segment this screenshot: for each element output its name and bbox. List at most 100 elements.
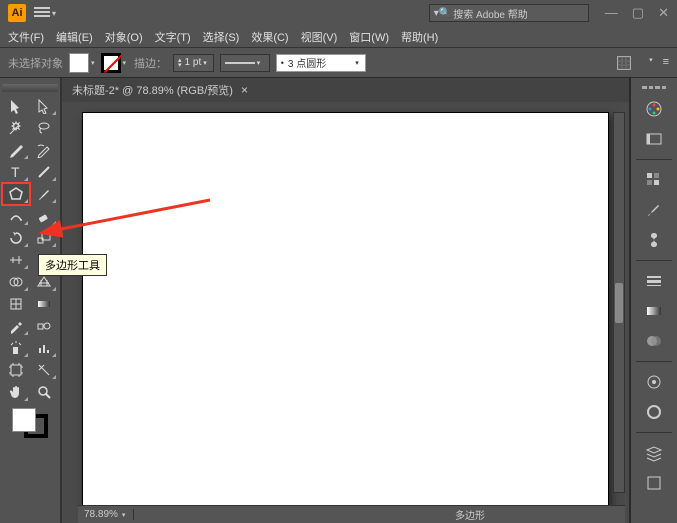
app-logo: Ai [8,4,26,22]
zoom-value: 78.89% [84,509,118,520]
menu-type[interactable]: 文字(T) [155,29,191,45]
fill-swatch[interactable] [69,53,89,73]
vertical-scrollbar[interactable] [613,112,625,493]
graphic-styles-panel-icon[interactable] [638,400,670,424]
minimize-button[interactable]: — [605,5,618,21]
search-placeholder: 搜索 Adobe 帮助 [453,6,527,21]
dropdown-icon[interactable]: ▾ [122,511,126,519]
transform-reference-icon[interactable] [617,56,631,70]
fill-stroke-indicator[interactable] [2,408,58,438]
window-controls: — ▢ ✕ [605,5,669,21]
document-area: 未标题-2* @ 78.89% (RGB/预览) × [62,78,629,523]
titlebar: Ai ▾ ▾ 🔍 搜索 Adobe 帮助 — ▢ ✕ [0,0,677,26]
fill-stroke-swatches[interactable]: ▾ ▾ [69,53,128,73]
selection-tool[interactable] [3,96,29,116]
selection-status: 未选择对象 [8,55,63,71]
gradient-panel-icon[interactable] [638,299,670,323]
tab-close-button[interactable]: × [241,83,248,97]
scrollbar-thumb[interactable] [615,283,623,323]
menubar: 文件(F) 编辑(E) 对象(O) 文字(T) 选择(S) 效果(C) 视图(V… [0,26,677,48]
menu-view[interactable]: 视图(V) [301,29,338,45]
zoom-tool[interactable] [31,382,57,402]
lasso-tool[interactable] [31,118,57,138]
document-tab[interactable]: 未标题-2* @ 78.89% (RGB/预览) × [72,82,248,98]
blend-tool[interactable] [31,316,57,336]
shape-builder-tool[interactable] [3,272,29,292]
menu-select[interactable]: 选择(S) [203,29,240,45]
artboard[interactable] [82,112,609,513]
hand-tool[interactable] [3,382,29,402]
line-segment-tool[interactable] [31,162,57,182]
symbols-panel-icon[interactable] [638,228,670,252]
workspace-switcher-icon[interactable] [34,7,50,19]
type-tool[interactable]: T [3,162,29,182]
brush-definition-input[interactable]: ▾ [220,54,270,72]
eyedropper-tool[interactable] [3,316,29,336]
zoom-readout[interactable]: 78.89% ▾ [78,509,134,520]
menu-help[interactable]: 帮助(H) [401,29,438,45]
controlbar: 未选择对象 ▾ ▾ 描边： ▴▾ 1 pt ▾ ▾ • 3 点圆形 ▾ ▾ ≡ [0,48,677,78]
step-down-icon[interactable]: ▾ [178,63,182,68]
stroke-panel-icon[interactable] [638,269,670,293]
column-graph-tool[interactable] [31,338,57,358]
slice-tool[interactable] [31,360,57,380]
help-search-input[interactable]: ▾ 🔍 搜索 Adobe 帮助 [429,4,589,22]
dropdown-icon[interactable]: ▾ [123,59,127,67]
rotate-tool[interactable] [3,228,29,248]
dropdown-icon[interactable]: ▾ [203,59,207,67]
stroke-weight-input[interactable]: ▴▾ 1 pt ▾ [173,54,214,72]
dropdown-icon[interactable]: ▾ [649,56,653,70]
transparency-panel-icon[interactable] [638,329,670,353]
brushes-panel-icon[interactable] [638,198,670,222]
eraser-tool[interactable] [31,206,57,226]
brush-stroke-icon [225,62,255,64]
menu-edit[interactable]: 编辑(E) [56,29,93,45]
panels-dock [629,78,677,523]
dropdown-icon[interactable]: ▾ [355,59,359,67]
fill-box[interactable] [12,408,36,432]
graphic-style-value: 3 点圆形 [288,55,326,70]
menu-file[interactable]: 文件(F) [8,29,44,45]
current-tool-status: 多边形 [455,507,485,522]
panel-grip[interactable] [642,86,666,89]
document-tab-title: 未标题-2* @ 78.89% (RGB/预览) [72,82,233,98]
direct-selection-tool[interactable] [31,96,57,116]
stroke-weight-value: 1 pt [185,57,202,68]
workspace: T [0,78,677,523]
stroke-label: 描边： [134,55,167,71]
pen-tool[interactable] [3,140,29,160]
width-tool[interactable] [3,250,29,270]
curvature-tool[interactable] [31,140,57,160]
menu-effect[interactable]: 效果(C) [251,29,288,45]
color-panel-icon[interactable] [638,97,670,121]
appearance-panel-icon[interactable] [638,370,670,394]
polygon-tool[interactable] [3,184,29,204]
magic-wand-tool[interactable] [3,118,29,138]
canvas-viewport[interactable] [62,102,629,523]
dropdown-icon[interactable]: ▾ [257,59,261,67]
gradient-tool[interactable] [31,294,57,314]
symbol-sprayer-tool[interactable] [3,338,29,358]
graphic-style-input[interactable]: • 3 点圆形 ▾ [276,54,366,72]
workspace-dropdown-icon[interactable]: ▾ [52,9,56,18]
artboard-tool[interactable] [3,360,29,380]
search-icon: 🔍 [439,8,451,19]
artboards-panel-icon[interactable] [638,471,670,495]
document-tabs: 未标题-2* @ 78.89% (RGB/预览) × [62,78,629,102]
stroke-swatch[interactable] [101,53,121,73]
mesh-tool[interactable] [3,294,29,314]
panel-grip[interactable] [2,84,58,92]
maximize-button[interactable]: ▢ [632,5,644,21]
dropdown-icon[interactable]: ▾ [91,59,95,67]
color-guide-panel-icon[interactable] [638,127,670,151]
close-button[interactable]: ✕ [658,5,669,21]
scale-tool[interactable] [31,228,57,248]
shaper-tool[interactable] [3,206,29,226]
panel-menu-icon[interactable]: ≡ [663,56,669,70]
layers-panel-icon[interactable] [638,441,670,465]
paintbrush-tool[interactable] [31,184,57,204]
menu-object[interactable]: 对象(O) [105,29,143,45]
statusbar: 78.89% ▾ 多边形 [78,505,625,523]
swatches-panel-icon[interactable] [638,168,670,192]
menu-window[interactable]: 窗口(W) [349,29,389,45]
